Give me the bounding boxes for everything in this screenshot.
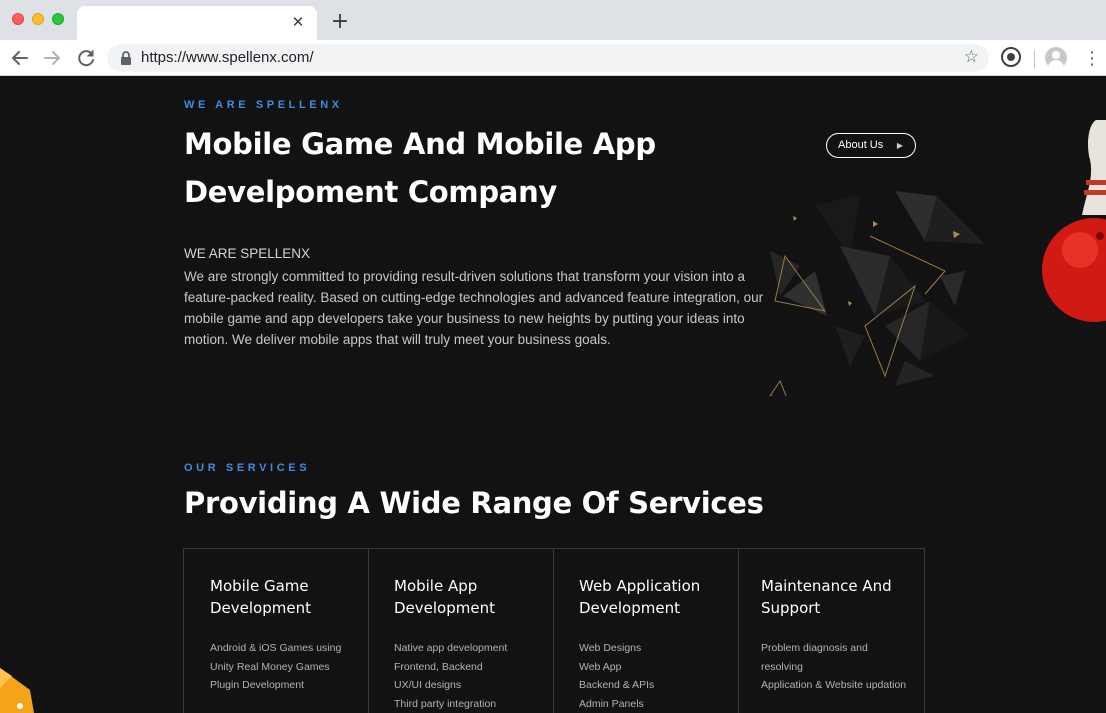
- services-cards: Mobile Game Development Android & iOS Ga…: [183, 548, 925, 713]
- maximize-window-button[interactable]: [52, 13, 64, 25]
- hero-title: Mobile Game And Mobile App Develpoment C…: [184, 127, 656, 209]
- list-item: Web App: [579, 660, 622, 673]
- profile-avatar-icon[interactable]: [1045, 47, 1067, 69]
- service-card-list: Native app development Frontend, Backend…: [394, 639, 553, 713]
- close-window-button[interactable]: [12, 13, 24, 25]
- bowling-pin-and-ball-illustration: [1042, 120, 1106, 322]
- service-card-title: Web Application Development: [579, 577, 701, 617]
- list-item: Third party integration: [394, 697, 497, 710]
- service-card-list: Problem diagnosis and resolving Applicat…: [761, 639, 924, 695]
- list-item: Application & Website updation: [761, 679, 907, 691]
- play-arrow-icon: ▶: [896, 141, 903, 150]
- list-item: Android & iOS Games using: [210, 642, 342, 654]
- list-item: Native app development: [394, 642, 508, 654]
- forward-arrow-icon[interactable]: [40, 46, 64, 70]
- service-card-mobile-game[interactable]: Mobile Game Development Android & iOS Ga…: [184, 549, 369, 713]
- list-item: UX/UI designs: [394, 679, 462, 691]
- service-card-list: Android & iOS Games using Unity Real Mon…: [210, 639, 368, 695]
- page-content: WE ARE SPELLENX Mobile Game And Mobile A…: [0, 76, 1106, 713]
- menu-dots-icon[interactable]: ⋮: [1083, 49, 1101, 69]
- address-bar[interactable]: https://www.spellenx.com/ ☆: [107, 44, 989, 72]
- url-text[interactable]: https://www.spellenx.com/: [141, 49, 314, 66]
- list-item: Plugin Development: [210, 679, 304, 691]
- extension-icon[interactable]: [1001, 47, 1021, 67]
- new-tab-button[interactable]: +: [330, 10, 350, 34]
- browser-tab[interactable]: ✕: [77, 6, 317, 40]
- tab-close-icon[interactable]: ✕: [289, 13, 307, 31]
- about-us-button[interactable]: About Us ▶: [826, 133, 916, 158]
- services-eyebrow: OUR SERVICES: [184, 462, 311, 474]
- reload-icon[interactable]: [74, 46, 98, 70]
- list-item: Frontend, Backend: [394, 660, 483, 673]
- toolbar-divider: [1034, 50, 1035, 68]
- geometric-shards-illustration: [769, 191, 985, 396]
- intro-paragraph: We are strongly committed to providing r…: [184, 269, 764, 347]
- service-card-web-application[interactable]: Web Application Development Web Designs …: [554, 549, 739, 713]
- back-arrow-icon[interactable]: [8, 46, 32, 70]
- hero-eyebrow: WE ARE SPELLENX: [184, 99, 343, 111]
- service-card-maintenance[interactable]: Maintenance And Support Problem diagnosi…: [739, 549, 924, 713]
- list-item: Unity Real Money Games: [210, 660, 330, 673]
- list-item: Web Designs: [579, 642, 642, 654]
- service-card-mobile-app[interactable]: Mobile App Development Native app develo…: [369, 549, 554, 713]
- lock-icon: [119, 50, 133, 66]
- list-item: Problem diagnosis and resolving: [761, 642, 868, 673]
- about-us-label: About Us: [838, 139, 884, 151]
- browser-chrome: ✕ + https://www.spellenx.com/ ☆ ⋮: [0, 0, 1106, 76]
- list-item: Backend & APIs: [579, 679, 655, 691]
- star-icon[interactable]: ☆: [964, 47, 979, 67]
- list-item: Admin Panels: [579, 697, 644, 710]
- minimize-window-button[interactable]: [32, 13, 44, 25]
- service-card-title: Maintenance And Support: [761, 577, 892, 617]
- services-title: Providing A Wide Range Of Services: [184, 486, 764, 520]
- browser-toolbar: https://www.spellenx.com/ ☆ ⋮: [0, 40, 1106, 76]
- intro-label: WE ARE SPELLENX: [184, 246, 311, 261]
- orange-cube-illustration: [0, 668, 34, 713]
- service-card-title: Mobile App Development: [394, 577, 495, 617]
- service-card-list: Web Designs Web App Backend & APIs Admin…: [579, 639, 738, 713]
- service-card-title: Mobile Game Development: [210, 577, 311, 617]
